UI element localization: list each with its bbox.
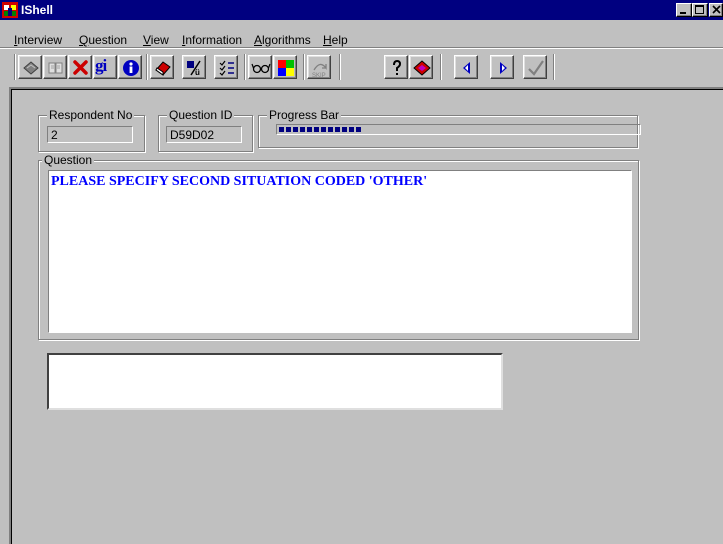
respondent-label: Respondent No: [47, 108, 135, 122]
info-icon: [123, 60, 139, 76]
close-button[interactable]: [709, 3, 723, 17]
eraser-button[interactable]: [150, 55, 174, 79]
eraser-icon: [155, 61, 171, 76]
color-button[interactable]: [273, 55, 297, 79]
book-button[interactable]: [18, 55, 42, 79]
glasses-icon: [251, 63, 271, 74]
open-book-button[interactable]: [43, 55, 67, 79]
toolbar-separator: [339, 54, 341, 80]
checklist-button[interactable]: [214, 55, 238, 79]
question-id-label: Question ID: [167, 108, 235, 122]
menu-help[interactable]: Help: [323, 33, 348, 47]
next-button[interactable]: [490, 55, 514, 79]
toolbar-separator: [146, 54, 148, 80]
color-squares-icon: [278, 60, 294, 76]
svg-text:ü: ü: [195, 68, 200, 77]
progress-bar: [276, 124, 641, 135]
gi-button[interactable]: gi: [93, 55, 117, 79]
format-button[interactable]: ü: [182, 55, 206, 79]
toolbar: gi ü SKIP: [0, 51, 723, 81]
maximize-button[interactable]: [692, 3, 708, 17]
view-button[interactable]: [248, 55, 272, 79]
menu-interview[interactable]: Interview: [14, 33, 62, 47]
book-icon: [23, 61, 39, 75]
menu-information[interactable]: Information: [182, 33, 242, 47]
toolbar-separator: [244, 54, 246, 80]
close-icon: [712, 5, 721, 14]
toolbar-separator: [14, 54, 16, 80]
minimize-button[interactable]: [676, 3, 692, 17]
question-text: PLEASE SPECIFY SECOND SITUATION CODED 'O…: [51, 174, 428, 189]
title-bar[interactable]: IShell: [0, 0, 723, 20]
skip-button[interactable]: SKIP: [307, 55, 331, 79]
help-question-icon: [393, 59, 402, 75]
ishell-window: IShell Interview Question View Informati…: [0, 0, 723, 544]
app-icon[interactable]: [2, 2, 18, 18]
minimize-icon: [680, 12, 686, 14]
gi-icon: gi: [95, 56, 107, 75]
info-button[interactable]: [118, 55, 142, 79]
svg-text:SKIP: SKIP: [312, 73, 326, 78]
progress-fill: [279, 127, 362, 132]
toolbar-separator: [303, 54, 305, 80]
delete-button[interactable]: [68, 55, 92, 79]
checklist-icon: [219, 60, 234, 76]
toolbar-separator: [553, 54, 555, 80]
skip-icon: SKIP: [312, 63, 327, 78]
previous-arrow-icon: [463, 62, 470, 74]
toolbar-separator: [440, 54, 442, 80]
menu-question[interactable]: Question: [79, 33, 127, 47]
question-id-field[interactable]: D59D02: [166, 126, 242, 143]
toolbar-divider: [0, 47, 723, 48]
respondent-no-field[interactable]: 2: [47, 126, 133, 143]
notebook-icon: [413, 60, 431, 76]
window-title: IShell: [21, 3, 54, 17]
delete-x-icon: [73, 60, 88, 75]
maximize-icon: [695, 5, 704, 14]
menu-view[interactable]: View: [143, 33, 169, 47]
previous-button[interactable]: [454, 55, 478, 79]
answer-input[interactable]: [47, 353, 503, 410]
format-icon: ü: [187, 60, 201, 77]
progress-label: Progress Bar: [267, 108, 342, 122]
next-arrow-icon: [500, 62, 507, 74]
help-button[interactable]: [384, 55, 408, 79]
question-display: PLEASE SPECIFY SECOND SITUATION CODED 'O…: [48, 170, 632, 333]
question-label: Question: [42, 153, 95, 167]
check-icon: [528, 60, 544, 76]
menu-bar: Interview Question View Information Algo…: [0, 21, 723, 47]
menu-algorithms[interactable]: Algorithms: [254, 33, 311, 47]
open-book-icon: [48, 62, 63, 74]
confirm-button[interactable]: [523, 55, 547, 79]
notebook-button[interactable]: [409, 55, 433, 79]
